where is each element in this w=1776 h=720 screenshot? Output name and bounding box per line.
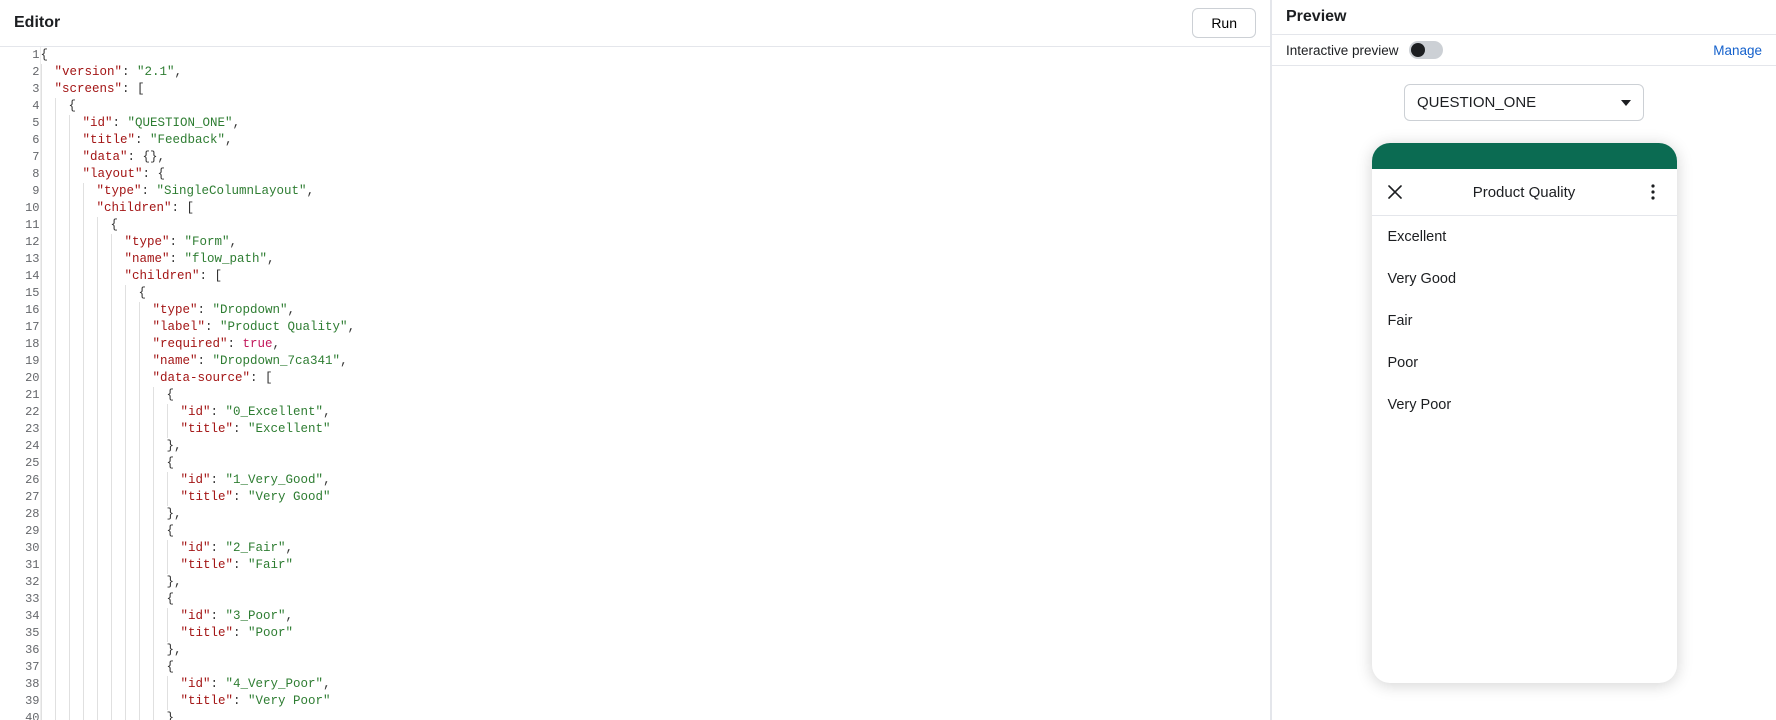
screen-select[interactable]: QUESTION_ONE	[1404, 84, 1644, 121]
manage-link[interactable]: Manage	[1713, 43, 1762, 58]
option-item[interactable]: Poor	[1372, 342, 1677, 384]
preview-subheader: Interactive preview Manage	[1272, 35, 1776, 66]
option-item[interactable]: Very Poor	[1372, 384, 1677, 426]
toggle-knob	[1411, 43, 1425, 57]
close-icon[interactable]	[1386, 183, 1404, 201]
option-item[interactable]: Very Good	[1372, 258, 1677, 300]
editor-title: Editor	[14, 14, 60, 32]
interactive-preview-toggle[interactable]	[1409, 41, 1443, 59]
run-button[interactable]: Run	[1192, 8, 1256, 38]
phone-preview: Product Quality ExcellentVery GoodFairPo…	[1372, 143, 1677, 683]
editor-panel: Editor Run 1{2"version": "2.1",3"screens…	[0, 0, 1271, 720]
phone-status-bar	[1372, 143, 1677, 169]
preview-body: QUESTION_ONE Product Quality Exc	[1272, 66, 1776, 720]
phone-screen: Product Quality ExcellentVery GoodFairPo…	[1372, 169, 1677, 683]
editor-header: Editor Run	[0, 0, 1270, 47]
screen-select-value: QUESTION_ONE	[1417, 94, 1536, 111]
option-list: ExcellentVery GoodFairPoorVery Poor	[1372, 216, 1677, 683]
interactive-preview-label: Interactive preview	[1286, 43, 1399, 58]
sheet-header: Product Quality	[1372, 169, 1677, 216]
option-item[interactable]: Excellent	[1372, 216, 1677, 258]
caret-down-icon	[1621, 100, 1631, 106]
sheet-title: Product Quality	[1473, 184, 1576, 201]
kebab-menu-icon[interactable]	[1644, 183, 1662, 201]
preview-panel: Preview Interactive preview Manage QUEST…	[1271, 0, 1776, 720]
code-editor[interactable]: 1{2"version": "2.1",3"screens": [4{5"id"…	[0, 47, 1270, 720]
preview-title: Preview	[1272, 0, 1776, 35]
option-item[interactable]: Fair	[1372, 300, 1677, 342]
